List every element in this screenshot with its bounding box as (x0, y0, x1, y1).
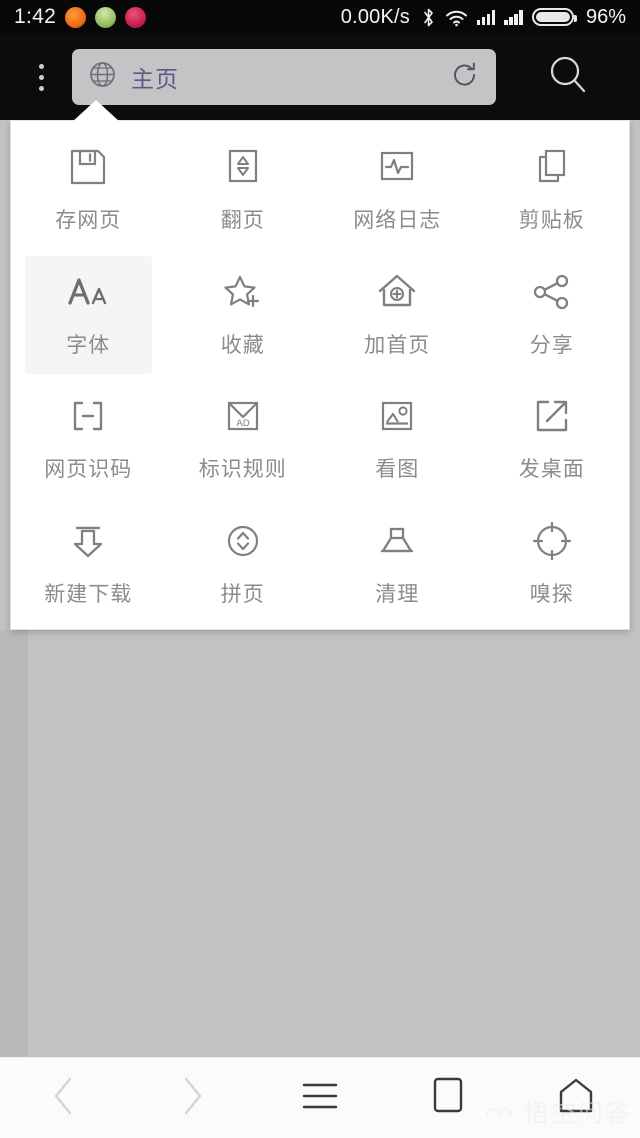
svg-text:AD: AD (236, 418, 249, 429)
phone-screen: 1:42 0.00K/s 96% 主页 存网页 翻页 网络日志 剪贴板 字体 收… (0, 0, 640, 1138)
menu-item-label: 看图 (375, 458, 420, 482)
clean-icon (374, 518, 420, 564)
menu-item-network-log[interactable]: 网络日志 (320, 127, 475, 252)
menu-item-label: 加首页 (364, 333, 431, 357)
nav-tabs-button[interactable] (384, 1058, 512, 1138)
page-left-margin (0, 630, 28, 1057)
font-size-icon (65, 269, 111, 315)
orange-app-icon (65, 6, 87, 28)
nav-forward-button[interactable] (128, 1058, 256, 1138)
address-bar[interactable]: 主页 (72, 49, 496, 105)
menu-item-label: 收藏 (220, 333, 265, 357)
chevron-right-icon (175, 1073, 209, 1124)
menu-item-sniff[interactable]: 嗅探 (475, 501, 630, 626)
menu-item-label: 分享 (529, 333, 574, 357)
page-turn-icon (220, 144, 266, 190)
menu-item-label: 清理 (375, 582, 420, 606)
menu-item-clean[interactable]: 清理 (320, 501, 475, 626)
hamburger-icon (299, 1077, 341, 1120)
webpage-content-area[interactable] (0, 630, 640, 1057)
home-icon (553, 1073, 599, 1124)
green-app-icon (95, 6, 117, 28)
floppy-disk-icon (65, 144, 111, 190)
menu-item-label: 翻页 (220, 209, 265, 233)
red-app-icon (125, 6, 147, 28)
clipboard-icon (529, 144, 575, 190)
menu-item-favorite[interactable]: 收藏 (166, 252, 321, 377)
menu-item-label: 标识规则 (198, 458, 287, 482)
status-bar-right: 0.00K/s 96% (341, 6, 626, 29)
menu-item-label: 存网页 (55, 209, 122, 233)
menu-item-new-download[interactable]: 新建下载 (11, 501, 166, 626)
search-button[interactable] (496, 34, 640, 120)
menu-item-share[interactable]: 分享 (475, 252, 630, 377)
share-icon (529, 269, 575, 315)
battery-percent-label: 96% (585, 5, 626, 28)
kebab-menu-button[interactable] (10, 34, 72, 120)
bluetooth-icon (421, 7, 436, 28)
status-clock: 1:42 (14, 5, 57, 28)
home-add-icon (374, 269, 420, 315)
nav-menu-button[interactable] (256, 1058, 384, 1138)
chevron-left-icon (47, 1073, 81, 1124)
menu-item-label: 嗅探 (529, 582, 574, 606)
menu-item-label: 字体 (66, 333, 111, 357)
network-speed-label: 0.00K/s (340, 5, 410, 28)
image-icon (374, 393, 420, 439)
menu-item-add-home[interactable]: 加首页 (320, 252, 475, 377)
network-log-icon (374, 144, 420, 190)
nav-back-button[interactable] (0, 1058, 128, 1138)
nav-home-button[interactable] (512, 1058, 640, 1138)
search-icon (546, 53, 590, 102)
menu-item-label: 新建下载 (44, 582, 133, 606)
menu-item-label: 网页识码 (44, 458, 133, 482)
menu-item-page-turn[interactable]: 翻页 (166, 127, 321, 252)
menu-item-clipboard[interactable]: 剪贴板 (475, 127, 630, 252)
sniff-crosshair-icon (529, 518, 575, 564)
square-icon (427, 1073, 469, 1124)
external-link-icon (529, 393, 575, 439)
refresh-icon[interactable] (450, 60, 480, 95)
wifi-icon (445, 8, 468, 27)
menu-item-send-desktop[interactable]: 发桌面 (475, 376, 630, 501)
battery-icon (531, 8, 577, 26)
menu-pointer-triangle (72, 100, 120, 122)
menu-item-save-page[interactable]: 存网页 (11, 127, 166, 252)
menu-item-page-code[interactable]: 网页识码 (11, 376, 166, 501)
star-add-icon (220, 269, 266, 315)
browser-bottom-nav: 悟空问答 (0, 1057, 640, 1138)
menu-item-label: 网络日志 (353, 209, 442, 233)
menu-item-font[interactable]: 字体 (11, 252, 166, 377)
globe-icon (88, 60, 117, 94)
merge-pages-icon (220, 518, 266, 564)
menu-item-ad-rules[interactable]: AD 标识规则 (166, 376, 321, 501)
signal-icon-sim2 (504, 9, 523, 25)
ad-envelope-icon: AD (220, 393, 266, 439)
download-icon (65, 518, 111, 564)
menu-item-label: 拼页 (220, 582, 265, 606)
address-bar-text[interactable]: 主页 (131, 60, 436, 94)
menu-item-view-images[interactable]: 看图 (320, 376, 475, 501)
status-bar-left: 1:42 (14, 5, 147, 29)
menu-item-label: 发桌面 (518, 458, 585, 482)
signal-icon-sim1 (476, 9, 496, 25)
menu-item-label: 剪贴板 (518, 209, 585, 233)
status-bar: 1:42 0.00K/s 96% (0, 0, 640, 34)
browser-tools-menu: 存网页 翻页 网络日志 剪贴板 字体 收藏 加首页 分享 网页识码 AD 标识规… (10, 120, 630, 630)
menu-item-merge-pages[interactable]: 拼页 (166, 501, 321, 626)
bracket-minus-icon (65, 393, 111, 439)
